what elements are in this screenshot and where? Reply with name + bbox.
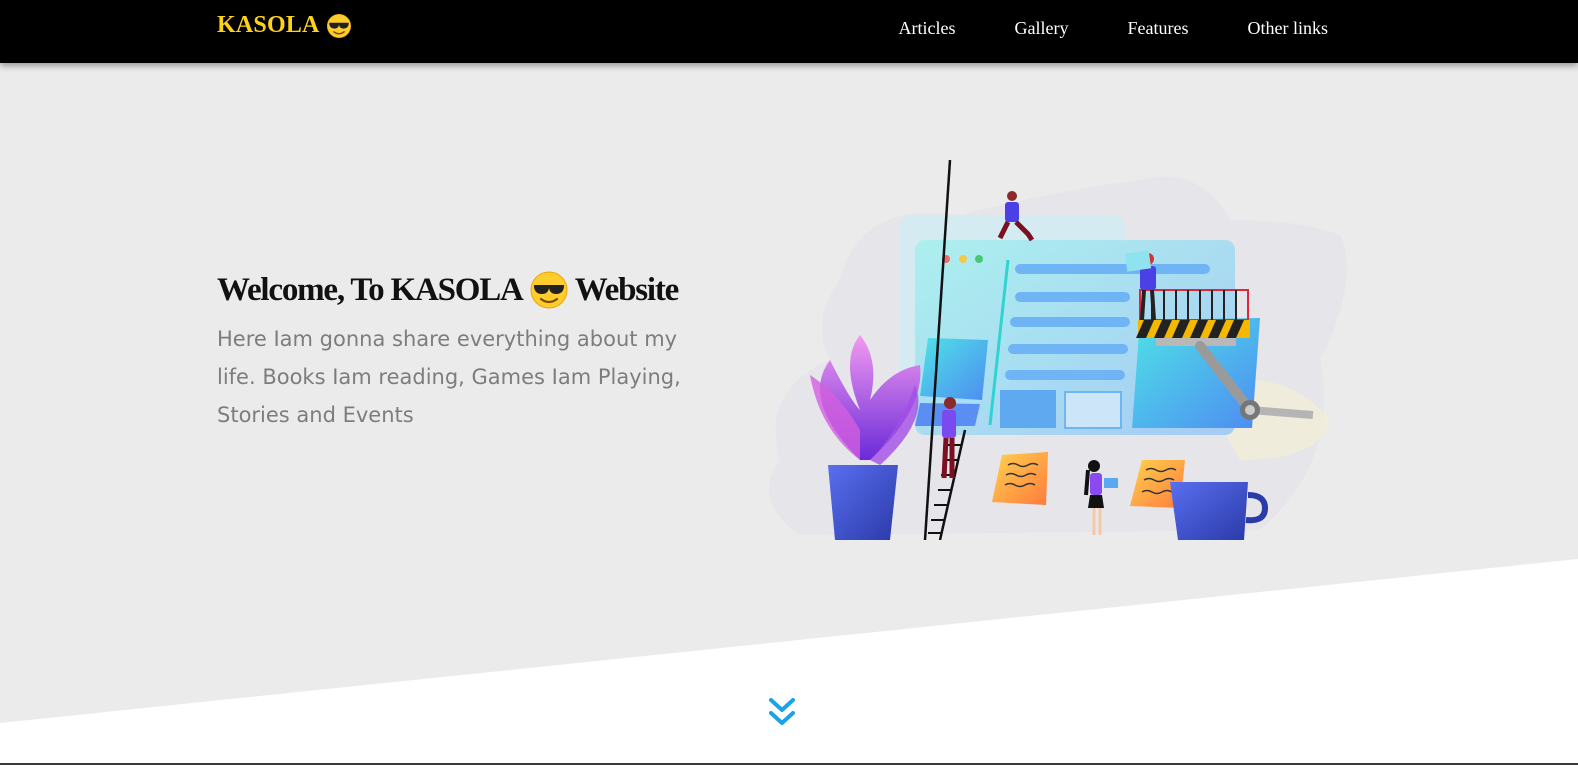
nav-link-other-links[interactable]: Other links (1248, 18, 1329, 39)
hero-title-prefix: Welcome, To KASOLA (217, 271, 524, 308)
hero-subtitle: Here Iam gonna share everything about my… (217, 327, 681, 427)
double-chevron-down-icon[interactable] (766, 696, 798, 730)
hero-title-suffix: Website (574, 271, 680, 308)
sunglasses-emoji-icon (326, 13, 351, 38)
nav-link-gallery[interactable]: Gallery (1015, 18, 1069, 39)
nav-link-articles[interactable]: Articles (899, 18, 956, 39)
hero-section: Welcome, To KASOLA Website Here Iam gonn… (217, 270, 737, 434)
hero-title: Welcome, To KASOLA Website (217, 270, 737, 310)
website-construction-illustration (768, 160, 1347, 540)
sunglasses-emoji-icon (530, 271, 568, 309)
main-nav: Articles Gallery Features Other links (899, 18, 1328, 39)
nav-link-features[interactable]: Features (1128, 18, 1189, 39)
brand-logo[interactable]: KASOLA (217, 12, 352, 39)
page-bottom-border (0, 763, 1578, 765)
top-navbar: KASOLA Articles Gallery Features Other l… (0, 0, 1578, 63)
brand-name: KASOLA (217, 12, 320, 38)
